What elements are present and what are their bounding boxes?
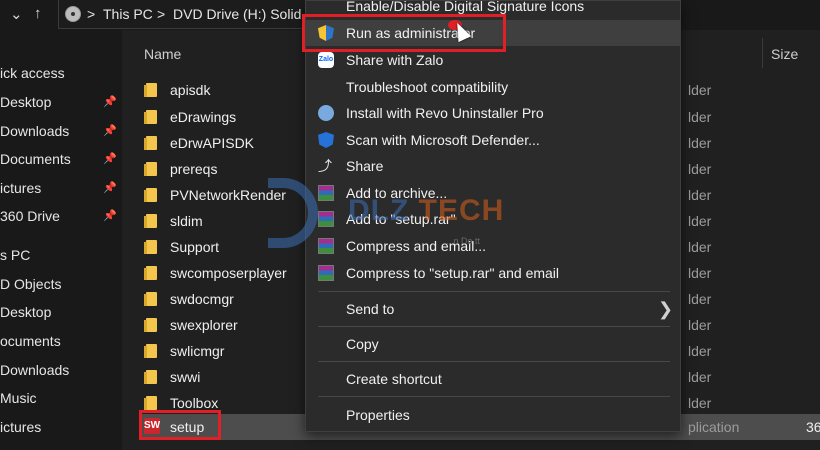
navigation-pane: ick access Desktop 📌 Downloads 📌 Documents…	[0, 30, 122, 450]
revo-icon	[318, 105, 334, 121]
chevron-right-icon: ❯	[658, 299, 674, 319]
pin-icon: 📌	[103, 125, 117, 137]
sidebar-item-pictures-2[interactable]: ictures	[0, 414, 122, 440]
winrar-icon	[318, 265, 334, 281]
menu-item-revo-uninstaller[interactable]: Install with Revo Uninstaller Pro	[306, 100, 680, 126]
sidebar-item-this-pc[interactable]: s PC	[0, 242, 122, 268]
column-divider[interactable]	[762, 38, 763, 68]
menu-separator	[318, 396, 670, 397]
breadcrumb-dvd-drive[interactable]: DVD Drive (H:) Solid	[173, 6, 301, 22]
menu-item-troubleshoot[interactable]: Troubleshoot compatibility	[306, 74, 680, 100]
watermark-subtext: ...n Do.tt	[446, 236, 481, 246]
sidebar-item-music[interactable]: Music	[0, 385, 122, 411]
setup-highlight-box	[139, 410, 221, 440]
folder-icon	[144, 396, 157, 410]
menu-item-send-to[interactable]: Send to ❯	[306, 296, 680, 322]
sidebar-item-pictures[interactable]: ictures 📌	[0, 175, 122, 201]
sidebar-item-downloads[interactable]: Downloads 📌	[0, 118, 122, 144]
pin-icon: 📌	[103, 153, 117, 165]
folder-icon	[144, 240, 157, 254]
watermark-d-icon	[268, 178, 318, 248]
folder-icon	[144, 136, 157, 150]
folder-icon	[144, 162, 157, 176]
share-icon: ⤴	[318, 158, 332, 174]
folder-icon	[144, 292, 157, 306]
column-header-size[interactable]: Size	[771, 46, 798, 62]
watermark-logo: DLZ TECH ...n Do.tt	[268, 178, 568, 258]
breadcrumb-separator: >	[87, 6, 96, 22]
menu-item-properties[interactable]: Properties	[306, 402, 680, 428]
pin-icon: 📌	[103, 210, 117, 222]
watermark-brand: DLZ TECH	[348, 194, 505, 227]
sidebar-item-360-drive[interactable]: 360 Drive 📌	[0, 203, 122, 229]
menu-item-copy[interactable]: Copy	[306, 331, 680, 357]
pin-icon: 📌	[103, 182, 117, 194]
sidebar-item-desktop-2[interactable]: Desktop	[0, 299, 122, 325]
folder-icon	[144, 266, 157, 280]
run-as-admin-highlight-box	[302, 14, 506, 52]
menu-item-create-shortcut[interactable]: Create shortcut	[306, 366, 680, 392]
up-arrow-icon[interactable]: ↑	[34, 5, 42, 22]
expand-icon[interactable]: ⌄	[10, 5, 23, 23]
folder-icon	[144, 83, 157, 97]
menu-separator	[318, 291, 670, 292]
menu-item-share[interactable]: ⤴ Share	[306, 153, 680, 179]
sidebar-item-quick-access[interactable]: ick access	[0, 60, 122, 86]
defender-shield-icon	[318, 132, 334, 148]
sidebar-item-documents-2[interactable]: ocuments	[0, 328, 122, 354]
sidebar-item-3d-objects[interactable]: D Objects	[0, 271, 122, 297]
folder-icon	[144, 344, 157, 358]
menu-item-defender-scan[interactable]: Scan with Microsoft Defender...	[306, 127, 680, 153]
sidebar-item-downloads-2[interactable]: Downloads	[0, 357, 122, 383]
menu-separator	[318, 326, 670, 327]
zalo-icon: Zalo	[318, 52, 334, 68]
breadcrumb-this-pc[interactable]: This PC	[103, 6, 153, 22]
dvd-drive-icon	[65, 6, 81, 22]
folder-icon	[144, 188, 157, 202]
folder-icon	[144, 318, 157, 332]
column-header-name[interactable]: Name	[144, 46, 181, 62]
folder-icon	[144, 110, 157, 124]
pin-icon: 📌	[103, 96, 117, 108]
sidebar-item-desktop[interactable]: Desktop 📌	[0, 89, 122, 115]
sidebar-item-documents[interactable]: Documents 📌	[0, 146, 122, 172]
menu-separator	[318, 361, 670, 362]
menu-item-compress-setup-email[interactable]: Compress to "setup.rar" and email	[306, 260, 680, 286]
folder-icon	[144, 370, 157, 384]
folder-icon	[144, 214, 157, 228]
breadcrumb-separator: >	[157, 6, 166, 22]
